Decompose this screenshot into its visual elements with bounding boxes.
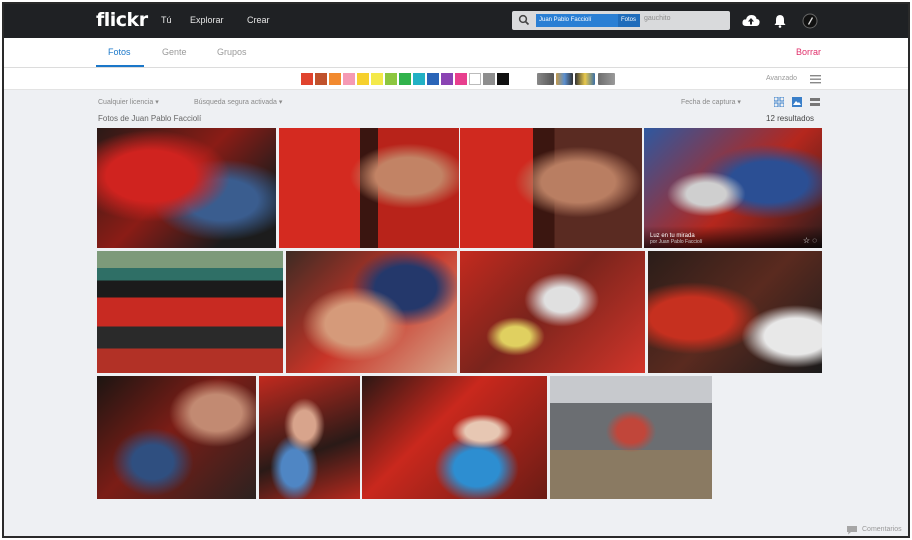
photo-author[interactable]: por Juan Pablo Facciolí [650,239,702,245]
photo-tile[interactable] [362,376,547,499]
results-title: Fotos de Juan Pablo Facciolí [98,114,202,123]
advanced-menu-icon[interactable] [810,74,821,84]
view-list-icon[interactable] [810,97,820,107]
photo-tile[interactable] [97,128,276,248]
photo-tile[interactable] [648,251,822,373]
nav-link-create[interactable]: Crear [247,15,270,25]
color-swatch[interactable] [399,73,411,85]
photo-tile[interactable]: Luz en tu mirada por Juan Pablo Facciolí… [644,128,822,248]
photo-tile[interactable] [460,251,645,373]
color-swatch[interactable] [497,73,509,85]
color-swatch[interactable] [301,73,313,85]
top-nav-bar: flickr Tú Explorar Crear Juan Pablo Facc… [4,4,908,38]
photo-tile[interactable] [286,251,457,373]
avatar[interactable] [802,13,818,29]
search-box[interactable]: Juan Pablo Facciolí Fotos gauchito [512,11,730,30]
photo-tile[interactable] [97,376,256,499]
comments-feedback-link[interactable]: Comentarios [862,526,902,533]
sort-dropdown[interactable]: Fecha de captura ▾ [681,98,741,106]
color-swatch[interactable] [469,73,481,85]
search-chip-photos[interactable]: Fotos [618,14,640,27]
notifications-bell-icon[interactable] [774,14,786,28]
photo-tile[interactable] [550,376,712,499]
results-count: 12 resultados [766,114,815,123]
search-chip-user[interactable]: Juan Pablo Facciolí [536,14,618,27]
color-swatch[interactable] [483,73,495,85]
view-small-grid-icon[interactable] [774,97,784,107]
photo-tile[interactable] [279,128,459,248]
clear-search-link[interactable]: Borrar [796,47,821,57]
fave-comment-icons[interactable]: ☆ ◌ [803,236,817,245]
flickr-logo[interactable]: flickr [96,9,148,31]
license-filter-dropdown[interactable]: Cualquier licencia ▾ [98,98,159,106]
search-icon[interactable] [518,14,530,26]
color-filter-bar: Avanzado [4,68,908,90]
tab-groups[interactable]: Grupos [217,47,247,57]
advanced-filters-label[interactable]: Avanzado [766,75,797,82]
style-minimalism-filter[interactable] [575,73,595,85]
photo-tile[interactable] [97,251,283,373]
photo-tile[interactable] [460,128,642,248]
style-black-white-filter[interactable] [537,73,554,85]
color-swatch[interactable] [413,73,425,85]
active-tab-indicator [96,65,144,67]
nav-link-explore[interactable]: Explorar [190,15,224,25]
color-swatch[interactable] [357,73,369,85]
tab-people[interactable]: Gente [162,47,187,57]
photo-tile[interactable] [259,376,360,499]
search-type-tabs: Fotos Gente Grupos Borrar [4,38,908,68]
filters-row: Cualquier licencia ▾ Búsqueda segura act… [4,90,908,114]
view-justified-icon[interactable] [792,97,802,107]
color-swatch[interactable] [371,73,383,85]
upload-cloud-icon[interactable] [742,14,760,28]
safesearch-dropdown[interactable]: Búsqueda segura activada ▾ [194,98,282,106]
nav-link-you[interactable]: Tú [161,15,172,25]
search-input[interactable]: gauchito [644,15,670,22]
color-swatch[interactable] [315,73,327,85]
color-swatch[interactable] [441,73,453,85]
comments-bubble-icon[interactable] [846,525,858,535]
browser-frame: flickr Tú Explorar Crear Juan Pablo Facc… [2,2,910,538]
style-pattern-filter[interactable] [598,73,615,85]
tab-photos[interactable]: Fotos [108,47,131,57]
color-swatch[interactable] [455,73,467,85]
color-swatch[interactable] [329,73,341,85]
color-swatch[interactable] [427,73,439,85]
color-swatch[interactable] [385,73,397,85]
color-swatch[interactable] [343,73,355,85]
style-depth-of-field-filter[interactable] [556,73,573,85]
